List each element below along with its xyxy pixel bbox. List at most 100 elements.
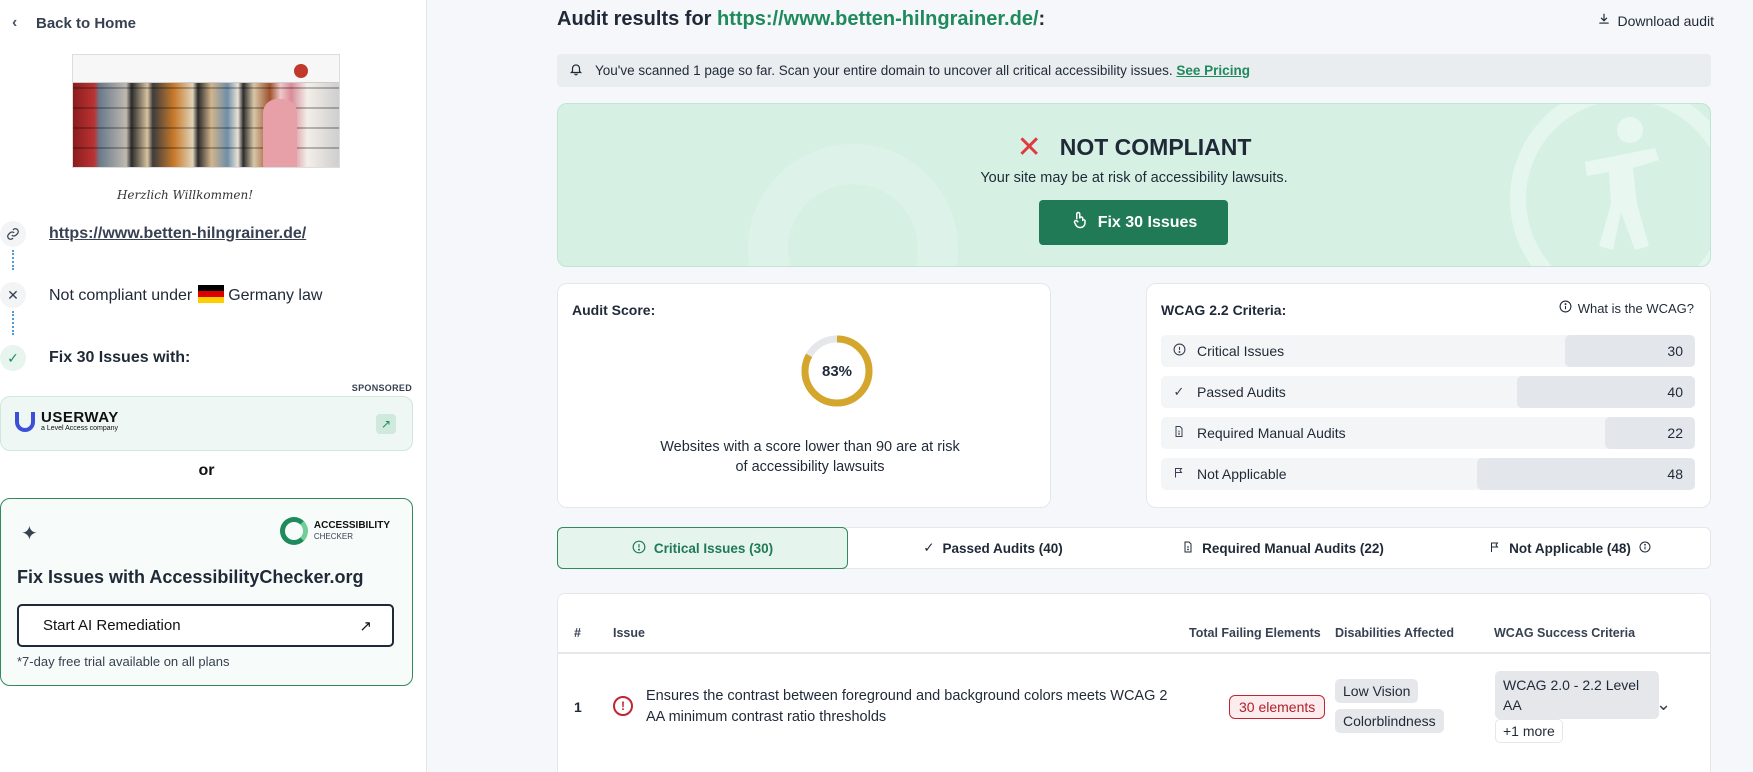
chevron-down-icon[interactable]: ⌄	[1656, 694, 1671, 715]
more-criteria-button[interactable]: +1 more	[1495, 719, 1563, 743]
step-connector	[12, 250, 14, 270]
law-prefix: Not compliant under	[49, 287, 193, 304]
arrow-up-right-icon: ↗	[359, 617, 372, 635]
document-icon	[1182, 540, 1194, 557]
issues-table: # Issue Total Failing Elements Disabilit…	[557, 593, 1711, 772]
trial-note: *7-day free trial available on all plans	[17, 654, 230, 669]
wcag-row-label: Not Applicable	[1197, 466, 1287, 482]
userway-logo-icon	[15, 412, 35, 432]
download-icon	[1597, 12, 1611, 29]
germany-flag-icon	[198, 285, 225, 303]
step-url: https://www.betten-hilngrainer.de/	[0, 221, 306, 247]
compliance-status: ✕ NOT COMPLIANT	[558, 130, 1710, 165]
tab-label: Critical Issues (30)	[653, 540, 774, 556]
audit-score-label: Audit Score:	[572, 302, 656, 318]
link-icon	[0, 221, 26, 247]
disability-chip: Low Vision	[1335, 679, 1419, 703]
thumbnail-badge	[294, 64, 308, 78]
download-audit-button[interactable]: Download audit	[1597, 12, 1714, 29]
wcag-row-passed[interactable]: ✓ Passed Audits 40	[1161, 376, 1695, 408]
logo-line2: CHECKER	[313, 532, 353, 541]
flag-icon	[1489, 540, 1501, 557]
external-link-icon[interactable]: ↗	[376, 414, 396, 434]
alert-circle-icon: !	[613, 696, 633, 716]
fix-with-text: Fix 30 Issues with:	[49, 349, 191, 366]
wcag-criteria-chip: WCAG 2.0 - 2.2 Level AA	[1495, 671, 1659, 719]
thumbnail-caption: Herzlich Willkommen!	[116, 188, 254, 202]
tab-label: Not Applicable (48)	[1509, 540, 1631, 556]
sparkle-icon: ✦	[21, 523, 38, 545]
title-suffix: :	[1038, 8, 1046, 30]
compliance-text: Not compliant under Germany law	[49, 285, 322, 305]
userway-logo: USERWAY a Level Access company	[15, 409, 119, 433]
tab-passed-audits[interactable]: ✓ Passed Audits (40)	[848, 528, 1138, 568]
column-header: WCAG Success Criteria	[1494, 626, 1636, 640]
tab-not-applicable[interactable]: Not Applicable (48)	[1428, 528, 1712, 568]
download-label: Download audit	[1617, 12, 1714, 29]
document-icon	[1161, 425, 1197, 441]
userway-sub: a Level Access company	[41, 425, 119, 432]
tab-label: Passed Audits (40)	[942, 540, 1063, 556]
tab-label: Required Manual Audits (22)	[1202, 540, 1384, 556]
start-ai-remediation-label: Start AI Remediation	[43, 617, 181, 634]
column-header: #	[574, 626, 581, 640]
fix-issues-button[interactable]: Fix 30 Issues	[1039, 200, 1228, 245]
page-title: Audit results for https://www.betten-hil…	[557, 8, 1045, 31]
back-label: Back to Home	[36, 14, 137, 32]
status-text: NOT COMPLIANT	[1059, 134, 1252, 160]
start-ai-remediation-button[interactable]: Start AI Remediation ↗	[17, 604, 394, 647]
audit-score-card: Audit Score: 83% Websites with a score l…	[557, 283, 1051, 508]
wcag-row-count: 40	[1667, 384, 1683, 400]
issue-description: Ensures the contrast between foreground …	[646, 688, 1168, 725]
row-number: 1	[574, 699, 582, 715]
main-content: Audit results for https://www.betten-hil…	[428, 0, 1753, 772]
back-to-home-link[interactable]: ‹ Back to Home	[12, 14, 136, 32]
wcag-row-label: Passed Audits	[1197, 384, 1286, 400]
accessibility-checker-logo: ACCESSIBILITY CHECKER	[279, 517, 390, 545]
law-country: Germany law	[228, 287, 323, 304]
wcag-row-critical[interactable]: Critical Issues 30	[1161, 335, 1695, 367]
flag-icon	[1161, 466, 1197, 482]
sidebar: ‹ Back to Home Herzlich Willkommen! http…	[0, 0, 427, 772]
audit-score-description: Websites with a score lower than 90 are …	[660, 439, 960, 475]
close-icon: ✕	[0, 282, 26, 308]
alert-circle-icon	[1161, 343, 1197, 359]
results-tabs: Critical Issues (30) ✓ Passed Audits (40…	[557, 527, 1711, 569]
checker-logo-icon	[279, 517, 308, 545]
sponsored-label: SPONSORED	[351, 383, 412, 393]
wcag-row-manual[interactable]: Required Manual Audits 22	[1161, 417, 1695, 449]
ac-title: Fix Issues with AccessibilityChecker.org	[17, 567, 364, 587]
see-pricing-link[interactable]: See Pricing	[1176, 63, 1250, 78]
wcag-criteria-card: WCAG 2.2 Criteria: What is the WCAG? Cri…	[1146, 283, 1711, 508]
or-divider: or	[198, 462, 215, 479]
wcag-criteria-label: WCAG 2.2 Criteria:	[1161, 302, 1287, 318]
step-compliance: ✕ Not compliant under Germany law	[0, 282, 322, 308]
scan-notice: You've scanned 1 page so far. Scan your …	[557, 54, 1711, 87]
fix-issues-label: Fix 30 Issues	[1097, 213, 1198, 231]
site-url-link[interactable]: https://www.betten-hilngrainer.de/	[49, 225, 306, 243]
wcag-row-count: 22	[1667, 425, 1683, 441]
what-is-wcag-link[interactable]: What is the WCAG?	[1559, 300, 1694, 316]
wcag-row-bar	[1477, 458, 1695, 490]
userway-card[interactable]: USERWAY a Level Access company ↗	[0, 396, 413, 451]
tab-required-manual-audits[interactable]: Required Manual Audits (22)	[1138, 528, 1428, 568]
what-is-wcag-label: What is the WCAG?	[1577, 300, 1694, 316]
failing-elements-badge: 30 elements	[1229, 695, 1326, 719]
check-icon: ✓	[0, 345, 26, 371]
close-icon: ✕	[1016, 131, 1042, 164]
alert-circle-icon	[632, 540, 646, 557]
info-icon[interactable]	[1639, 541, 1651, 556]
wcag-row-count: 30	[1667, 343, 1683, 359]
chevron-left-icon: ‹	[12, 14, 18, 31]
userway-name: USERWAY	[41, 409, 119, 426]
tab-critical-issues[interactable]: Critical Issues (30)	[557, 527, 848, 569]
risk-text: Your site may be at risk of accessibilit…	[980, 170, 1288, 186]
column-header: Total Failing Elements	[1189, 626, 1321, 640]
header-divider	[558, 652, 1710, 654]
wcag-row-label: Critical Issues	[1197, 343, 1285, 359]
title-prefix: Audit results for	[557, 8, 712, 30]
wcag-row-count: 48	[1667, 466, 1683, 482]
tap-hand-icon	[1070, 210, 1088, 235]
info-icon	[1559, 300, 1572, 316]
wcag-row-not-applicable[interactable]: Not Applicable 48	[1161, 458, 1695, 490]
